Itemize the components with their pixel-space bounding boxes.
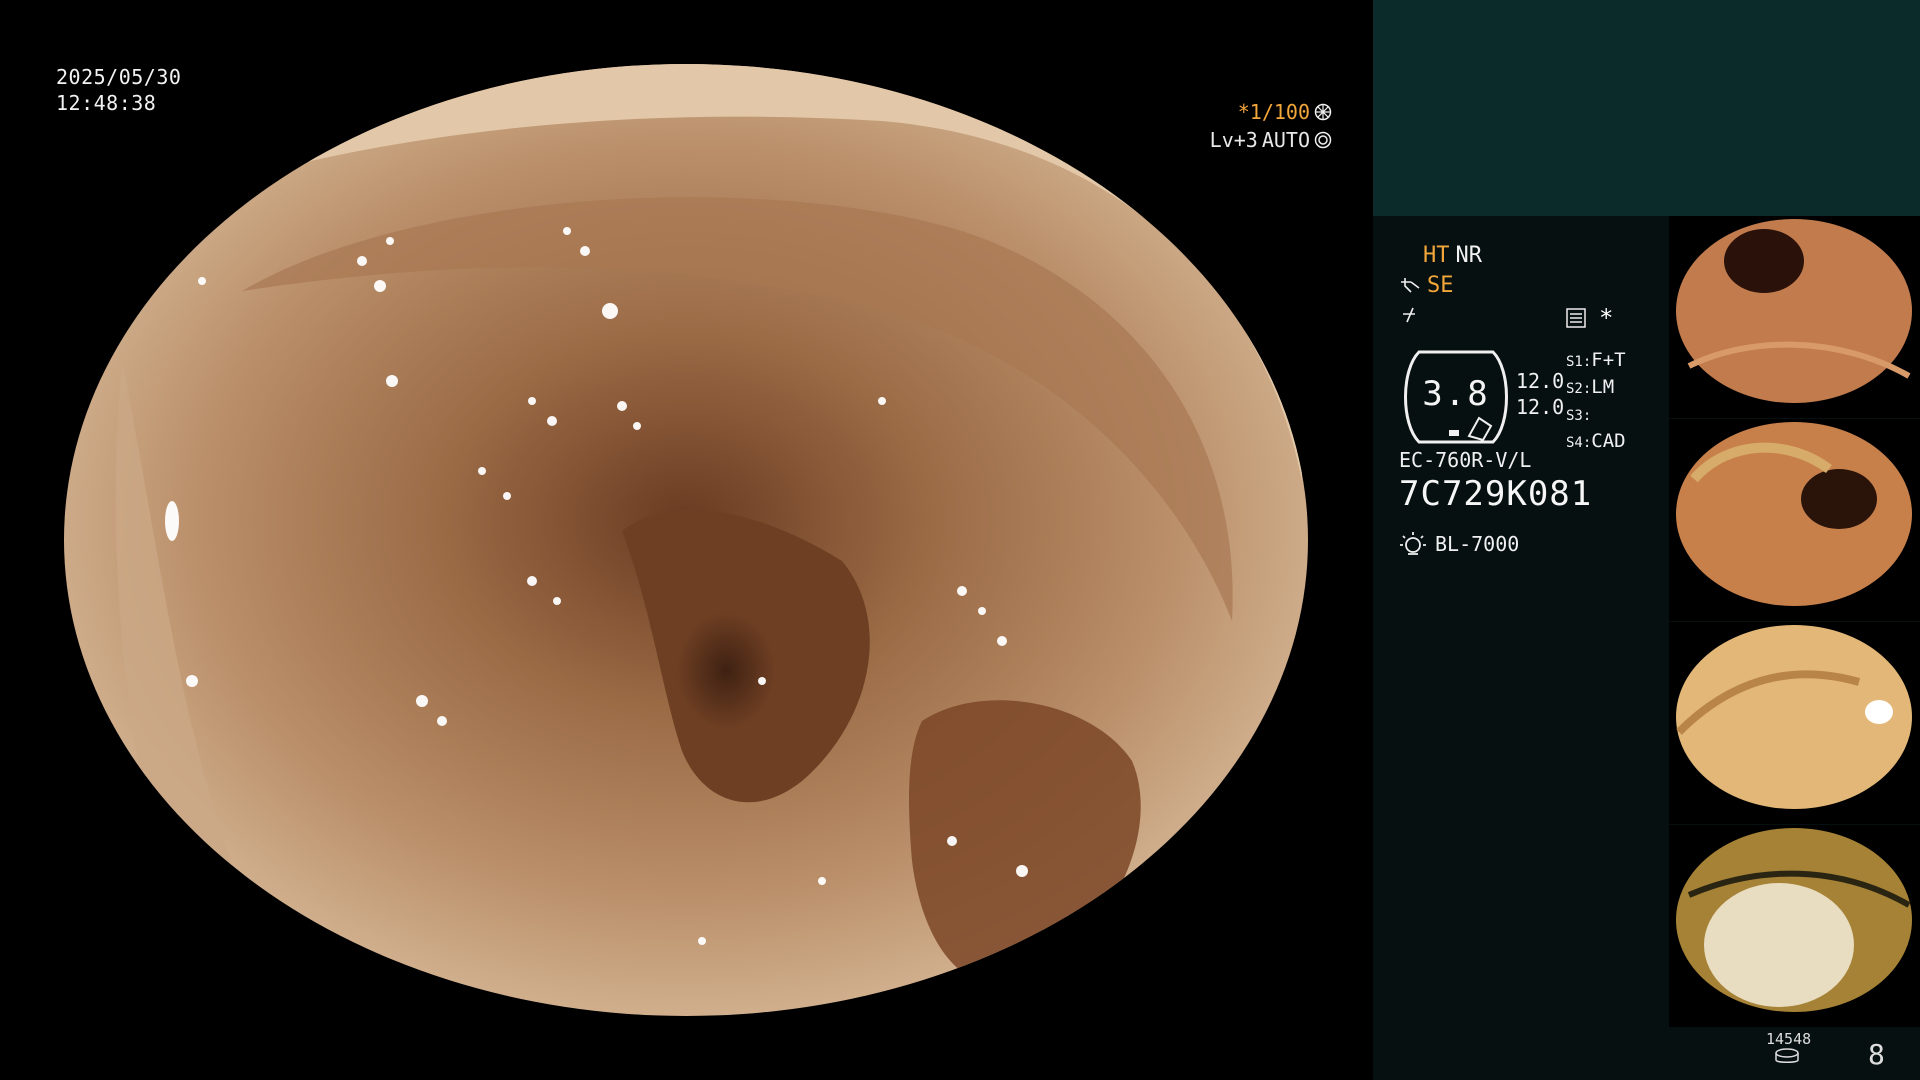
storage-counter: 14548 (1766, 1030, 1812, 1048)
thumbnail-image (1669, 622, 1920, 824)
main-endoscope-view: 2025/05/30 12:48:38 *1/100 Lv+3 AUTO (0, 0, 1372, 1080)
iris-mode: AUTO (1261, 128, 1310, 152)
thumbnail-image (1669, 216, 1920, 418)
image-count: 8 (1868, 1038, 1885, 1071)
enhancement-settings: HT NR SE (1399, 240, 1659, 330)
shutter-speed: *1/100 (1237, 100, 1310, 124)
exposure-info: *1/100 Lv+3 AUTO (1210, 98, 1332, 154)
aperture-icon (1314, 103, 1332, 121)
thumbnail-image (1669, 825, 1920, 1027)
time-text: 12:48:38 (56, 91, 157, 115)
setting-s3: S3: (1566, 408, 1592, 424)
light-bulb-icon (1400, 532, 1426, 555)
thumbnail-4[interactable] (1669, 825, 1920, 1027)
datetime-display: 2025/05/30 12:48:38 (56, 64, 181, 116)
side-panel-header (1373, 0, 1920, 216)
light-source: BL-7000 (1399, 530, 1519, 558)
nr-label: NR (1455, 242, 1483, 268)
setting-s2: S2:LM (1566, 376, 1615, 398)
iris-icon (1314, 131, 1332, 149)
scale-bottom: 12.0 (1516, 395, 1565, 419)
date-text: 2025/05/30 (56, 65, 182, 89)
setting-s4: S4:CAD (1566, 430, 1626, 452)
exposure-level: Lv+3 (1209, 128, 1258, 152)
disk-icon (1775, 1048, 1799, 1063)
thumbnail-image (1669, 419, 1920, 621)
scale-values: 12.0 12.0 (1516, 368, 1564, 420)
ht-label: HT (1423, 242, 1450, 268)
setting-s1: S1:F+T (1566, 349, 1626, 371)
scale-top: 12.0 (1516, 369, 1565, 393)
thumbnail-2[interactable] (1669, 419, 1920, 621)
light-source-label: BL-7000 (1435, 532, 1520, 556)
se-label: SE (1427, 272, 1454, 298)
thumbnail-strip (1669, 216, 1920, 1028)
menu-icon (1566, 308, 1586, 328)
scope-serial: 7C729K081 (1399, 474, 1593, 514)
star-icon: * (1599, 304, 1614, 332)
mode-icon (1403, 307, 1415, 323)
thumbnail-3[interactable] (1669, 622, 1920, 824)
thumbnail-1[interactable] (1669, 216, 1920, 418)
scope-model: EC-760R-V/L (1399, 448, 1532, 472)
zoom-value: 3.8 (1422, 374, 1490, 414)
switch-settings: S1:F+T S2:LM S3: S4:CAD (1566, 348, 1626, 456)
endoscopy-image (62, 61, 1310, 1019)
enhance-icon (1401, 278, 1420, 293)
